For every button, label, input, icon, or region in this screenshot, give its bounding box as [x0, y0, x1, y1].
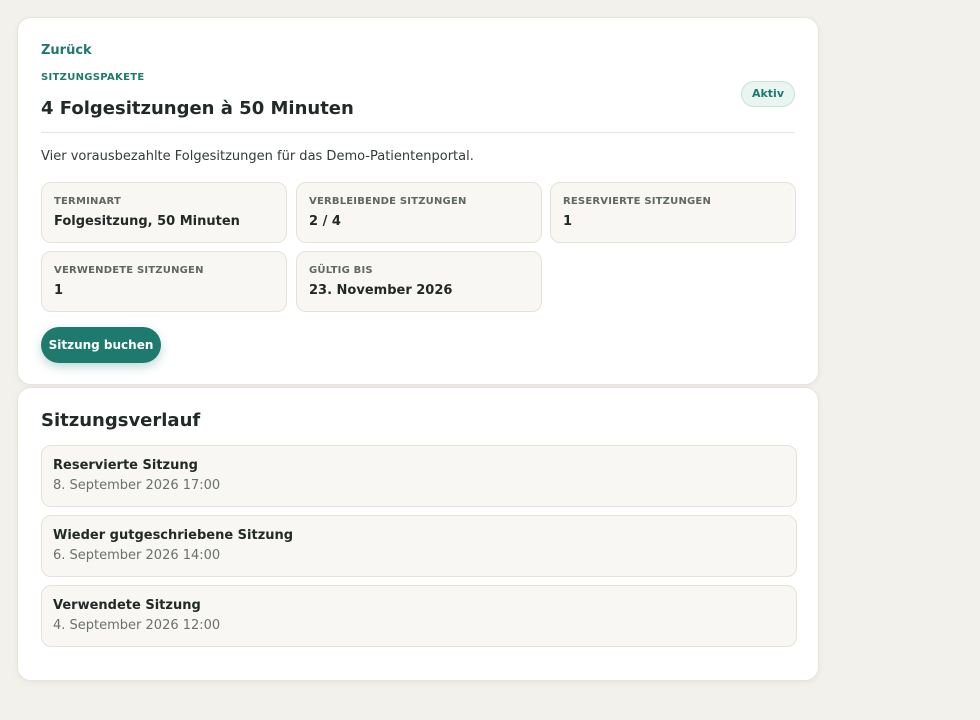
section-eyebrow: SITZUNGSPAKETE	[41, 72, 145, 83]
history-item: Reservierte Sitzung 8. September 2026 17…	[41, 445, 797, 507]
detail-label: RESERVIERTE SITZUNGEN	[563, 196, 712, 207]
book-session-button[interactable]: Sitzung buchen	[41, 327, 161, 363]
history-item: Wieder gutgeschriebene Sitzung 6. Septem…	[41, 515, 797, 577]
detail-label: TERMINART	[54, 196, 122, 207]
history-card: Sitzungsverlauf Reservierte Sitzung 8. S…	[17, 387, 819, 681]
history-item-title: Wieder gutgeschriebene Sitzung	[53, 528, 294, 543]
status-badge: Aktiv	[740, 81, 795, 107]
detail-value: 2 / 4	[309, 214, 341, 229]
history-item-date: 4. September 2026 12:00	[53, 618, 221, 633]
detail-value: Folgesitzung, 50 Minuten	[54, 214, 240, 229]
history-item-date: 8. September 2026 17:00	[53, 478, 221, 493]
package-card: Zurück SITZUNGSPAKETE 4 Folgesitzungen à…	[17, 17, 819, 385]
history-item-date: 6. September 2026 14:00	[53, 548, 221, 563]
history-item-title: Verwendete Sitzung	[53, 598, 201, 613]
package-description: Vier vorausbezahlte Folgesitzungen für d…	[41, 149, 474, 164]
detail-value: 1	[563, 214, 573, 229]
history-item-title: Reservierte Sitzung	[53, 458, 198, 473]
history-item: Verwendete Sitzung 4. September 2026 12:…	[41, 585, 797, 647]
detail-label: GÜLTIG BIS	[309, 265, 373, 276]
page-title: 4 Folgesitzungen à 50 Minuten	[41, 98, 354, 119]
detail-value: 1	[54, 283, 64, 298]
detail-valid-until: GÜLTIG BIS 23. November 2026	[296, 251, 542, 312]
detail-value: 23. November 2026	[309, 283, 453, 298]
detail-remaining-sessions: VERBLEIBENDE SITZUNGEN 2 / 4	[296, 182, 542, 243]
detail-used-sessions: VERWENDETE SITZUNGEN 1	[41, 251, 287, 312]
detail-appointment-type: TERMINART Folgesitzung, 50 Minuten	[41, 182, 287, 243]
detail-label: VERWENDETE SITZUNGEN	[54, 265, 204, 276]
history-title: Sitzungsverlauf	[41, 410, 201, 431]
detail-label: VERBLEIBENDE SITZUNGEN	[309, 196, 467, 207]
back-link[interactable]: Zurück	[41, 43, 92, 58]
divider	[41, 132, 795, 133]
detail-reserved-sessions: RESERVIERTE SITZUNGEN 1	[550, 182, 796, 243]
